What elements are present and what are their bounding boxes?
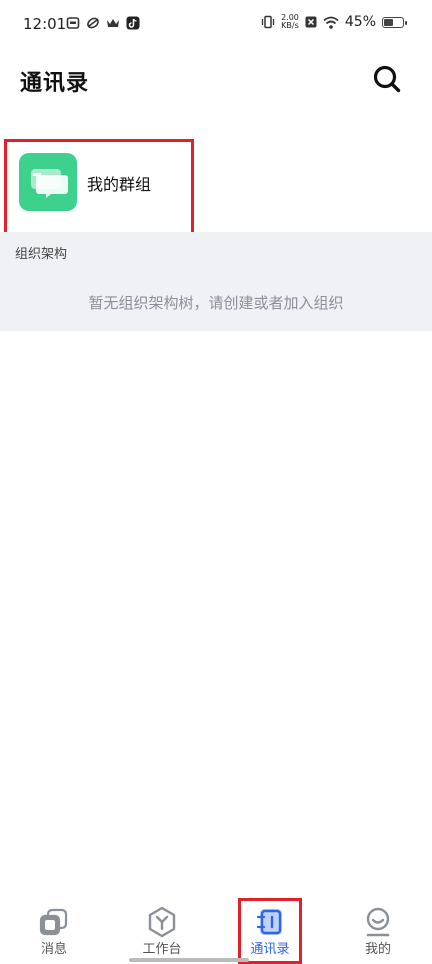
org-structure-header: 组织架构 xyxy=(15,247,68,262)
wifi-icon xyxy=(323,16,339,29)
no-sim-icon xyxy=(305,16,317,28)
net-speed-unit: KB/s xyxy=(281,21,299,30)
vibrate-icon xyxy=(261,15,275,29)
org-structure-section: 组织架构 暂无组织架构树，请创建或者加入组织 xyxy=(0,232,432,331)
workbench-icon xyxy=(148,906,176,938)
status-bar: 12:01 2.00 KB/s 45% xyxy=(0,0,432,52)
crown-icon xyxy=(107,19,119,27)
status-time: 12:01 xyxy=(23,15,67,33)
tab-label-messages: 消息 xyxy=(40,942,67,957)
tab-label-workbench: 工作台 xyxy=(142,942,182,957)
battery-percent: 45% xyxy=(344,14,376,30)
tab-messages[interactable]: 消息 xyxy=(14,896,94,964)
sync-icon xyxy=(87,17,99,29)
search-icon[interactable] xyxy=(372,64,402,94)
highlight-box-contacts-tab xyxy=(238,898,302,964)
tiktok-icon xyxy=(126,16,140,30)
header: 通讯录 xyxy=(0,52,432,108)
page-title: 通讯录 xyxy=(20,71,90,96)
tab-label-profile: 我的 xyxy=(364,942,391,957)
net-speed: 2.00 KB/s xyxy=(281,14,299,30)
calendar-icon xyxy=(66,17,80,29)
chat-icon xyxy=(39,908,68,936)
org-empty-message: 暂无组织架构树，请创建或者加入组织 xyxy=(88,294,344,312)
profile-icon xyxy=(366,907,390,937)
highlight-box-groups xyxy=(4,139,194,237)
tab-profile[interactable]: 我的 xyxy=(338,896,418,964)
notification-icons xyxy=(66,16,140,30)
tab-workbench[interactable]: 工作台 xyxy=(122,896,202,964)
status-right: 2.00 KB/s 45% xyxy=(261,14,407,30)
battery-icon xyxy=(382,16,407,28)
home-indicator[interactable] xyxy=(129,958,249,962)
tab-bar: 消息 工作台 通讯录 我的 xyxy=(0,896,432,964)
